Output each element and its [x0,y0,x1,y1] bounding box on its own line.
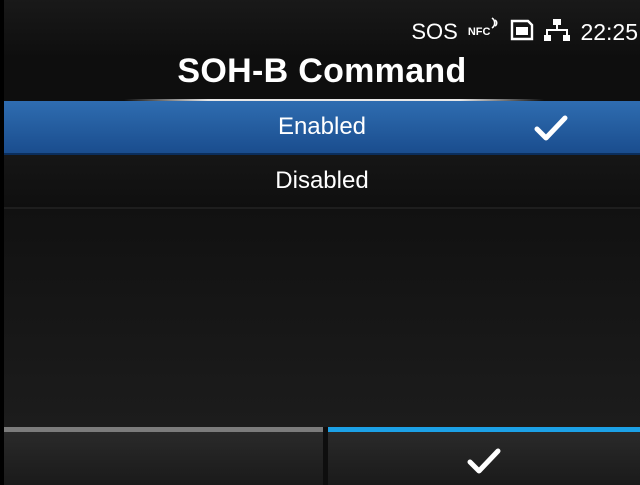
status-icons: SOS NFC 22:25 [411,17,638,47]
page-title: SOH-B Command [177,52,467,90]
checkmark-icon [534,114,568,147]
option-disabled[interactable]: Disabled [4,155,640,209]
memory-card-icon [510,19,534,46]
empty-list-area [4,209,640,427]
checkmark-icon [467,447,501,480]
status-bar: SOS NFC 22:25 [4,0,640,58]
option-enabled[interactable]: Enabled [4,101,640,155]
option-label: Disabled [275,167,369,194]
nfc-icon: NFC [467,17,501,38]
sos-indicator: SOS [411,19,458,44]
printer-screen: SOS NFC 22:25 SOH-B Command Enabled Disa… [4,0,640,485]
footer-bar [4,427,640,485]
back-button[interactable] [4,427,323,485]
confirm-button[interactable] [328,427,640,485]
clock: 22:25 [580,18,638,45]
nfc-label: NFC [467,26,491,38]
options-list: Enabled Disabled [4,101,640,209]
network-icon [544,18,571,47]
